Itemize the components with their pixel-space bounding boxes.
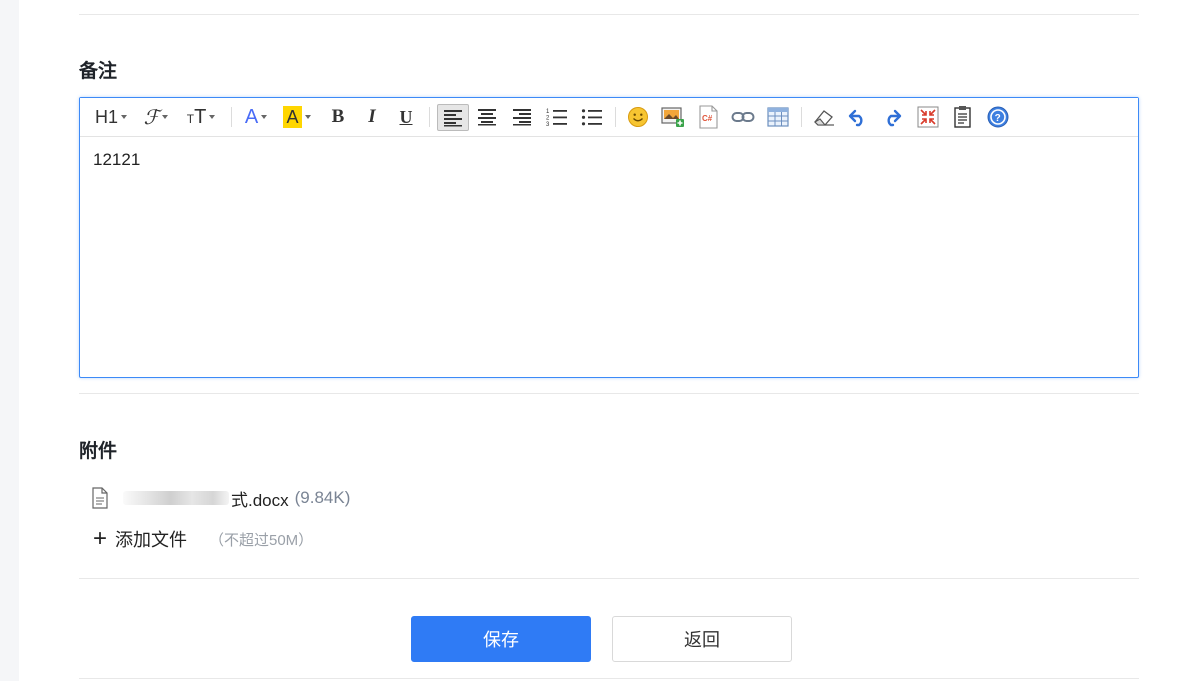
help-button[interactable]: ?: [985, 105, 1011, 129]
svg-text:?: ?: [995, 113, 1001, 124]
align-right-icon: [513, 109, 531, 126]
italic-button[interactable]: I: [361, 105, 383, 129]
rich-text-editor[interactable]: H1 ℱ TT A A B I U 1 2 3 C# ? 12121: [79, 97, 1139, 378]
clipboard-icon: [954, 106, 971, 128]
paste-text-button[interactable]: [950, 105, 976, 129]
editor-toolbar: H1 ℱ TT A A B I U 1 2 3 C# ?: [80, 98, 1138, 137]
divider-middle: [79, 393, 1139, 394]
ordered-list-button[interactable]: 123: [545, 105, 569, 129]
bold-button[interactable]: B: [327, 105, 349, 129]
link-icon: [731, 112, 755, 122]
attachment-size: (9.84K): [294, 488, 351, 507]
editor-content[interactable]: 12121: [93, 150, 140, 170]
back-button[interactable]: 返回: [612, 616, 792, 662]
bold-icon: B: [331, 106, 345, 127]
align-center-icon: [478, 109, 496, 126]
highlight-icon: A: [283, 106, 302, 128]
add-file-button[interactable]: + 添加文件 （不超过50M）: [89, 526, 313, 552]
heading-button[interactable]: H1: [92, 105, 130, 129]
insert-table-button[interactable]: [765, 105, 791, 129]
notes-section-title: 备注: [79, 60, 118, 82]
font-family-button[interactable]: ℱ: [140, 105, 172, 129]
svg-text:2: 2: [546, 116, 550, 122]
font-family-icon: ℱ: [143, 106, 160, 129]
file-size-limit-hint: （不超过50M）: [209, 531, 314, 549]
fullscreen-icon: [917, 106, 939, 128]
attachment-filename[interactable]: 式.docx: [231, 486, 289, 511]
save-button[interactable]: 保存: [411, 616, 591, 662]
attachment-item[interactable]: 式.docx (9.84K): [91, 486, 350, 510]
svg-text:3: 3: [546, 122, 550, 127]
code-icon: C#: [699, 105, 718, 129]
undo-icon: [848, 109, 863, 127]
obscured-filename: [123, 491, 229, 505]
emoji-icon: [628, 107, 648, 127]
insert-image-button[interactable]: [660, 105, 686, 129]
eraser-icon: [814, 110, 834, 126]
fullscreen-button[interactable]: [915, 105, 941, 129]
undo-button[interactable]: [846, 105, 870, 129]
align-center-button[interactable]: [475, 105, 499, 129]
unordered-list-button[interactable]: [580, 105, 604, 129]
unordered-list-icon: [581, 109, 602, 126]
font-size-button[interactable]: TT: [184, 105, 218, 129]
font-size-icon: TT: [186, 105, 207, 128]
italic-icon: I: [368, 106, 376, 127]
font-color-button[interactable]: A: [241, 105, 271, 129]
insert-link-button[interactable]: [730, 105, 756, 129]
font-color-icon: A: [244, 105, 259, 128]
ordered-list-icon: 123: [546, 109, 567, 127]
help-icon: ?: [987, 106, 1009, 128]
document-icon: [92, 487, 108, 509]
redo-button[interactable]: [880, 105, 904, 129]
underline-icon: U: [399, 106, 413, 127]
svg-text:1: 1: [546, 109, 550, 115]
toolbar-separator: [801, 107, 802, 127]
left-panel-edge: [0, 0, 19, 681]
add-file-label[interactable]: 添加文件: [115, 526, 187, 552]
divider-footer: [79, 678, 1139, 679]
align-left-button[interactable]: [437, 104, 469, 131]
insert-code-button[interactable]: C#: [695, 105, 721, 129]
image-icon: [661, 107, 684, 127]
toolbar-separator: [615, 107, 616, 127]
redo-icon: [887, 109, 902, 127]
align-right-button[interactable]: [510, 105, 534, 129]
table-icon: [767, 107, 789, 127]
underline-button[interactable]: U: [395, 105, 417, 129]
align-left-icon: [444, 109, 462, 126]
divider-bottom: [79, 578, 1139, 579]
highlight-color-button[interactable]: A: [279, 105, 315, 129]
toolbar-separator: [231, 107, 232, 127]
clear-format-button[interactable]: [811, 105, 837, 129]
divider-top: [79, 14, 1139, 15]
svg-text:C#: C#: [702, 114, 713, 123]
plus-icon: +: [92, 525, 107, 552]
toolbar-separator: [429, 107, 430, 127]
attachments-section-title: 附件: [79, 440, 118, 462]
emoji-button[interactable]: [625, 105, 651, 129]
heading-label: H1: [94, 106, 118, 127]
